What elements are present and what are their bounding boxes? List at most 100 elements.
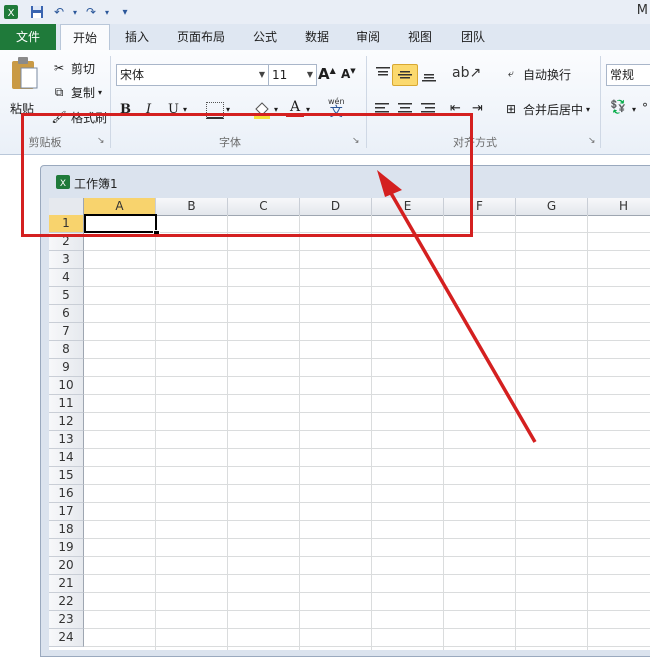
scissors-icon: ✂ [53,61,65,75]
row-gridline [84,394,650,395]
currency-format-icon[interactable]: 💱 [610,100,626,115]
row-gridline [84,556,650,557]
row-gridline [84,646,650,647]
column-header-g[interactable]: G [516,198,588,216]
tab-insert[interactable]: 插入 [112,24,162,50]
row-header-19[interactable]: 19 [49,539,84,557]
row-header-6[interactable]: 6 [49,305,84,323]
row-header-14[interactable]: 14 [49,449,84,467]
row-header-5[interactable]: 5 [49,287,84,305]
row-header-16[interactable]: 16 [49,485,84,503]
increase-indent-icon[interactable]: ⇥ [472,101,483,116]
column-gridline [227,215,228,650]
redo-dropdown-icon[interactable]: ▾ [98,3,116,21]
chevron-down-icon: ▾ [586,104,591,114]
row-header-3[interactable]: 3 [49,251,84,269]
column-gridline [515,215,516,650]
highlight-rectangle [21,113,473,237]
tab-data[interactable]: 数据 [294,24,340,50]
title-bar: X ↶ ▾ ↷ ▾ ▾ M [0,0,650,25]
save-icon[interactable] [28,3,46,21]
grow-font-icon[interactable]: A▲ [318,65,336,83]
row-header-18[interactable]: 18 [49,521,84,539]
row-header-8[interactable]: 8 [49,341,84,359]
copy-label: 复制 [71,85,96,100]
cut-button[interactable]: ✂ 剪切 [50,59,95,77]
row-gridline [84,538,650,539]
merge-center-label: 合并后居中 [523,102,584,117]
row-gridline [84,484,650,485]
align-middle-icon[interactable] [392,64,418,86]
row-header-7[interactable]: 7 [49,323,84,341]
font-name-select[interactable]: 宋体 ▼ [116,64,269,86]
row-header-22[interactable]: 22 [49,593,84,611]
column-gridline [155,215,156,650]
chevron-down-icon: ▼ [306,70,313,79]
svg-text:X: X [8,8,15,19]
merge-center-button[interactable]: ⊞ 合并后居中 ▾ [502,100,590,118]
wrap-text-label: 自动换行 [523,67,572,82]
row-header-10[interactable]: 10 [49,377,84,395]
copy-button[interactable]: ⧉ 复制 ▾ [50,83,102,101]
merge-cells-icon: ⊞ [505,102,517,116]
column-header-h[interactable]: H [588,198,650,216]
tab-home[interactable]: 开始 [60,24,110,51]
number-format-value: 常规 [610,68,635,82]
currency-dropdown-icon[interactable]: ▾ [632,105,636,114]
row-header-15[interactable]: 15 [49,467,84,485]
row-gridline [84,322,650,323]
wrap-text-icon: ⤶ [507,67,515,80]
row-gridline [84,574,650,575]
row-gridline [84,376,650,377]
tab-formulas[interactable]: 公式 [240,24,290,50]
copy-dropdown-icon: ▾ [98,87,103,97]
row-gridline [84,250,650,251]
row-gridline [84,430,650,431]
tab-view[interactable]: 视图 [396,24,444,50]
row-header-24[interactable]: 24 [49,629,84,647]
row-header-21[interactable]: 21 [49,575,84,593]
shrink-font-icon[interactable]: A▼ [341,67,356,81]
column-gridline [443,215,444,650]
number-format-select[interactable]: 常规 [606,64,650,86]
percent-icon[interactable]: ° [642,101,648,115]
align-bottom-icon[interactable] [420,66,438,85]
row-gridline [84,268,650,269]
tab-page-layout[interactable]: 页面布局 [166,24,236,50]
row-gridline [84,610,650,611]
row-header-12[interactable]: 12 [49,413,84,431]
align-top-icon[interactable] [374,66,392,85]
row-header-9[interactable]: 9 [49,359,84,377]
row-gridline [84,412,650,413]
row-gridline [84,286,650,287]
row-header-11[interactable]: 11 [49,395,84,413]
row-gridline [84,520,650,521]
row-header-20[interactable]: 20 [49,557,84,575]
worksheet-grid[interactable]: ABCDEFGH 1 2 3 4 5 6 7 8 9 10 11 12 13 14 15 16 17 18 19 20… [49,198,650,650]
customize-dropdown-icon[interactable]: ▾ [116,3,134,21]
cut-label: 剪切 [71,61,96,76]
tab-review[interactable]: 审阅 [344,24,392,50]
row-gridline [84,466,650,467]
copy-icon: ⧉ [54,84,64,99]
font-size-select[interactable]: 11 ▼ [268,64,317,86]
alignment-launcher-icon[interactable]: ↘ [588,136,598,146]
row-gridline [84,340,650,341]
font-name-value: 宋体 [120,68,145,82]
excel-icon: X [2,3,20,21]
font-size-value: 11 [272,68,288,82]
row-header-13[interactable]: 13 [49,431,84,449]
row-header-4[interactable]: 4 [49,269,84,287]
tab-team[interactable]: 团队 [448,24,498,50]
column-gridline [587,215,588,650]
ribbon-tabs: 文件 开始 插入 页面布局 公式 数据 审阅 视图 团队 [0,24,650,51]
row-gridline [84,358,650,359]
row-header-23[interactable]: 23 [49,611,84,629]
row-gridline [84,502,650,503]
paste-icon [12,57,38,89]
orientation-icon[interactable]: ab↗ [452,65,481,81]
tab-file[interactable]: 文件 [0,24,56,50]
row-header-17[interactable]: 17 [49,503,84,521]
chevron-down-icon: ▼ [258,70,265,79]
wrap-text-button[interactable]: ⤶ 自动换行 [502,65,571,83]
